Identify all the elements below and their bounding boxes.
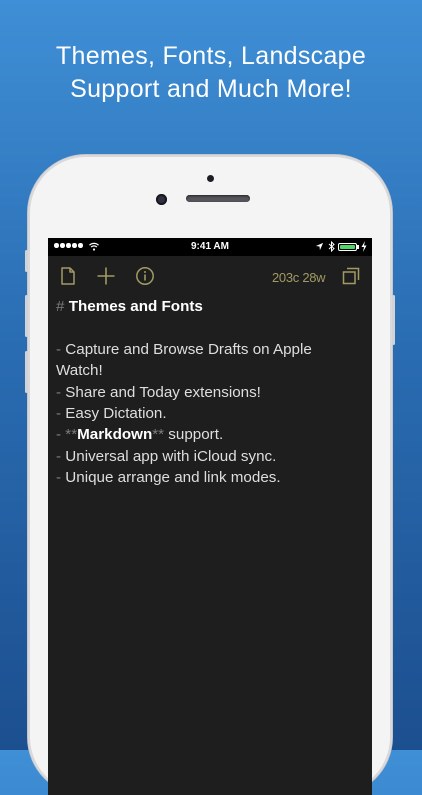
word-count: 28w (302, 270, 326, 285)
plus-icon[interactable] (96, 266, 116, 286)
earpiece-speaker (186, 195, 250, 202)
volume-up-button (25, 295, 28, 337)
battery-cap (357, 245, 359, 249)
promo-line-2: Support and Much More! (70, 75, 352, 103)
list-item-text: support. (168, 426, 224, 444)
list-item-text: Watch! (56, 362, 103, 380)
battery-icon (338, 243, 357, 251)
document-icon[interactable] (58, 266, 78, 286)
mute-switch (25, 250, 28, 272)
charging-bolt-icon (361, 241, 367, 252)
list-item: - Capture and Browse Drafts on Apple (56, 339, 366, 360)
list-item: - Share and Today extensions! (56, 382, 366, 403)
bold-marker-open: ** (65, 426, 78, 444)
draft-editor[interactable]: # Themes and Fonts - Capture and Browse … (56, 296, 366, 489)
list-item-text: Unique arrange and link modes. (65, 469, 281, 487)
list-item-text: Capture and Browse Drafts on Apple (65, 340, 312, 358)
draft-heading: # Themes and Fonts (56, 296, 366, 317)
app-screen: 9:41 AM 203c 28w # Themes and Fonts - Ca… (48, 238, 372, 795)
promo-line-1: Themes, Fonts, Landscape (55, 42, 367, 70)
heading-marker: # (56, 298, 65, 315)
list-item-text: Share and Today extensions! (65, 383, 261, 401)
heading-text: Themes and Fonts (68, 298, 203, 315)
info-icon[interactable] (135, 266, 155, 286)
editor-toolbar: 203c 28w (48, 256, 372, 296)
power-button (392, 295, 395, 345)
location-arrow-icon (315, 242, 324, 251)
list-item: - **Markdown** support. (56, 424, 366, 445)
bullet-marker: - (56, 383, 62, 401)
volume-down-button (25, 351, 28, 393)
bullet-marker: - (56, 469, 62, 487)
bold-text: Markdown (77, 426, 153, 444)
bold-marker-close: ** (152, 426, 165, 444)
promo-headline: Themes, Fonts, Landscape Support and Muc… (0, 40, 422, 106)
bullet-marker: - (56, 405, 62, 423)
list-item: - Universal app with iCloud sync. (56, 446, 366, 467)
arrange-icon[interactable] (341, 266, 361, 286)
list-item-text: Universal app with iCloud sync. (65, 447, 277, 465)
front-camera (156, 194, 167, 205)
char-count: 203c (272, 270, 299, 285)
list-item-text: Easy Dictation. (65, 405, 167, 423)
list-item: - Unique arrange and link modes. (56, 467, 366, 488)
status-bar: 9:41 AM (48, 238, 372, 256)
list-item: - Easy Dictation. (56, 403, 366, 424)
bullet-marker: - (56, 447, 62, 465)
bluetooth-icon (328, 241, 335, 252)
bullet-marker: - (56, 340, 62, 358)
iphone-frame: 9:41 AM 203c 28w # Themes and Fonts - Ca… (25, 155, 395, 795)
proximity-sensor (207, 175, 214, 182)
character-word-count[interactable]: 203c 28w (272, 270, 326, 285)
list-item-continuation: Watch! (56, 360, 366, 381)
bullet-marker: - (56, 426, 62, 444)
